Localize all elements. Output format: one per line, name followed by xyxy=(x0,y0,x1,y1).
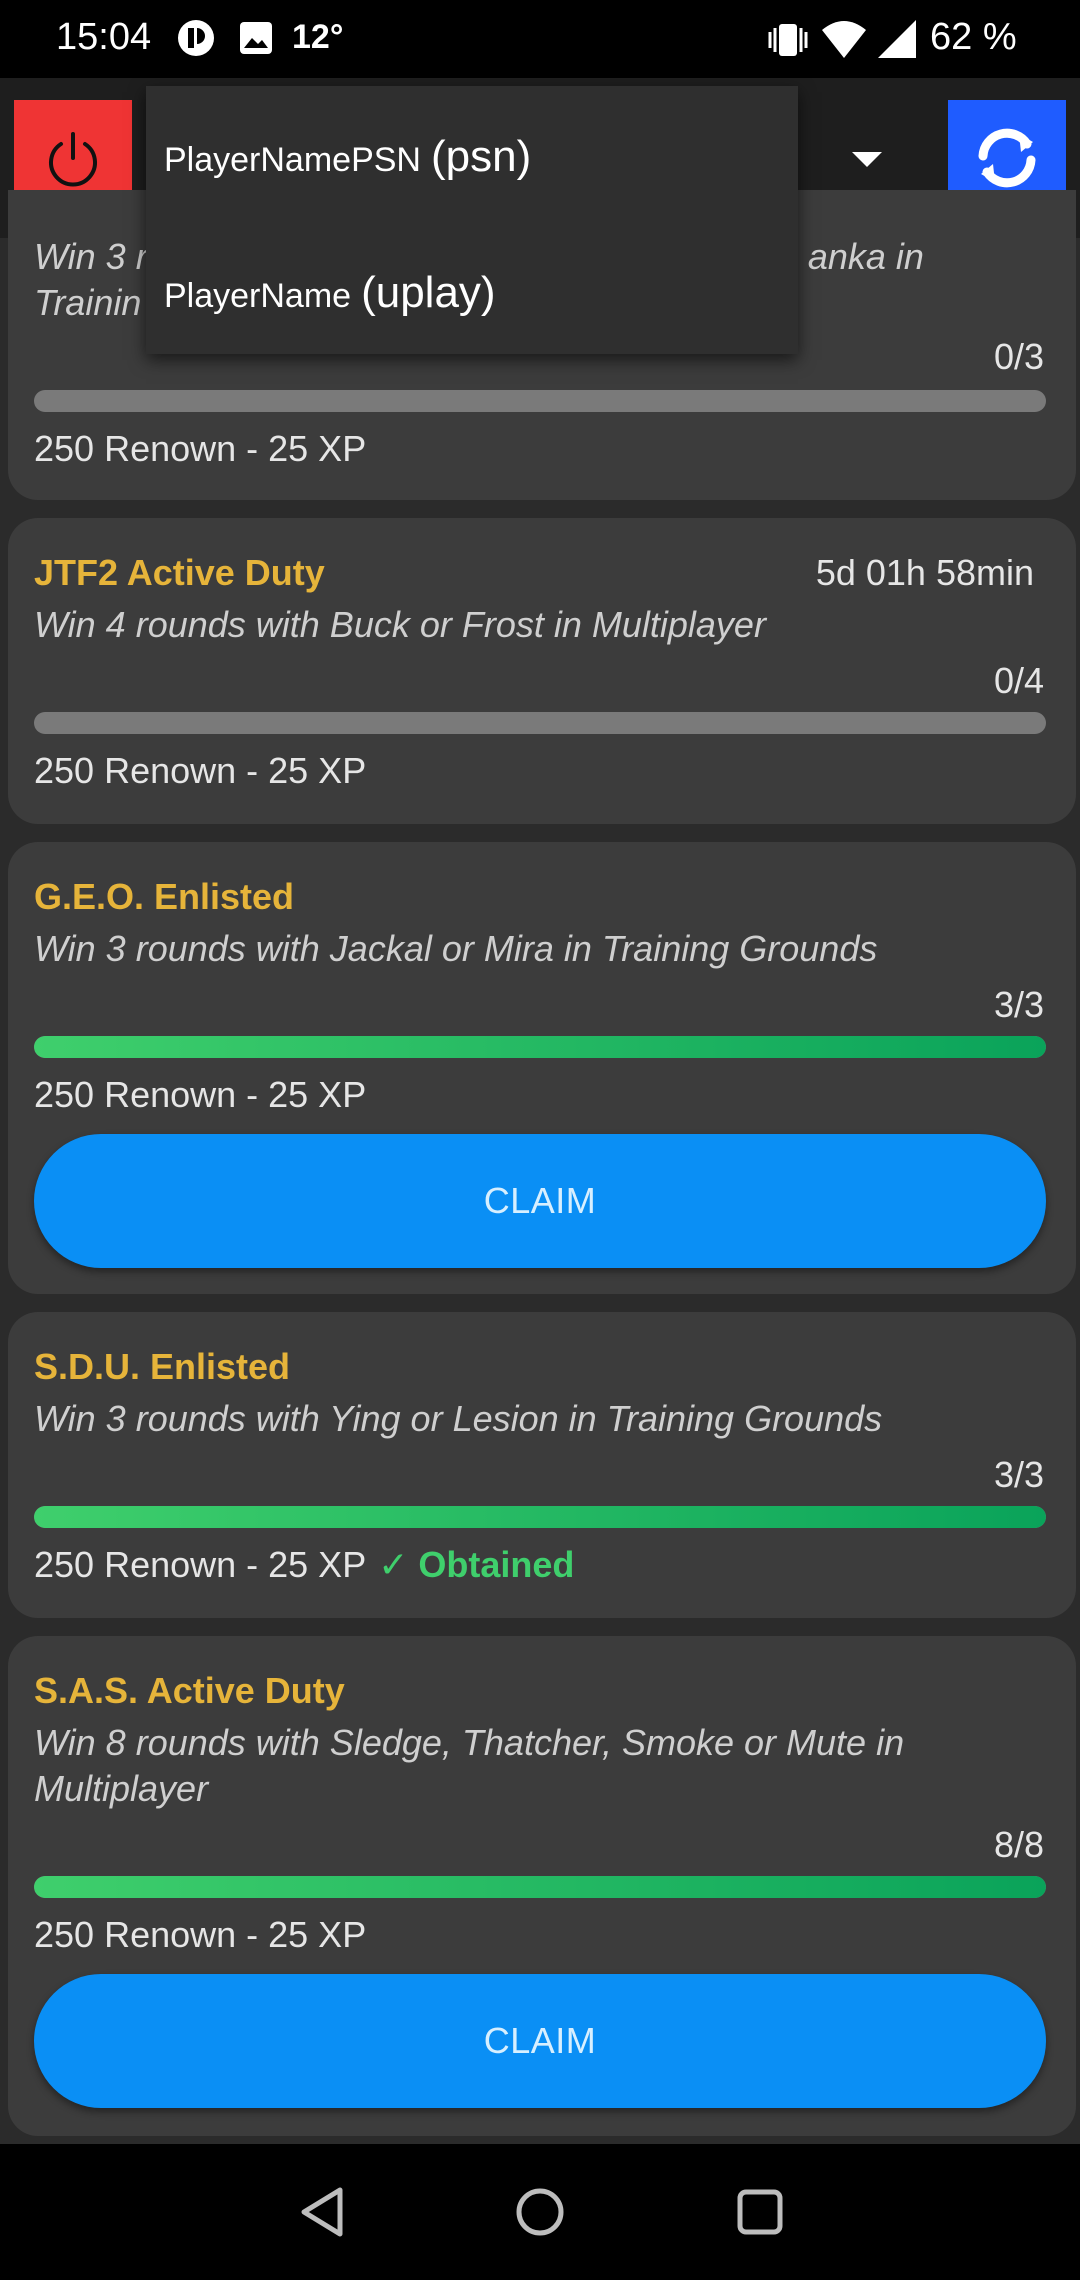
power-icon xyxy=(49,132,97,187)
status-time: 15:04 xyxy=(56,16,152,58)
account-dropdown-menu: PlayerNamePSN (psn) PlayerName (uplay) xyxy=(146,86,798,354)
wifi-icon xyxy=(820,18,868,65)
progress-fill xyxy=(34,1036,1046,1058)
progress-bar xyxy=(34,1876,1046,1898)
challenge-title: G.E.O. Enlisted xyxy=(34,876,295,917)
status-bar: 15:04 12° 62 % xyxy=(0,0,1080,78)
challenge-reward: 250 Renown - 25 XP xyxy=(34,1914,367,1955)
image-icon xyxy=(238,20,274,61)
challenge-title: S.D.U. Enlisted xyxy=(34,1346,291,1387)
status-temperature: 12° xyxy=(292,18,344,56)
progress-count: 3/3 xyxy=(993,1454,1044,1495)
challenge-title: JTF2 Active Duty xyxy=(34,552,325,593)
challenge-reward: 250 Renown - 25 XP ✓ Obtained xyxy=(34,1544,574,1586)
challenge-card: S.D.U. Enlisted Win 3 rounds with Ying o… xyxy=(8,1312,1076,1618)
challenge-card: S.A.S. Active Duty Win 8 rounds with Sle… xyxy=(8,1636,1076,2136)
progress-fill xyxy=(34,1506,1046,1528)
progress-count: 0/3 xyxy=(993,336,1044,377)
option-player-name: PlayerNamePSN xyxy=(164,141,421,179)
challenge-card: G.E.O. Enlisted Win 3 rounds with Jackal… xyxy=(8,842,1076,1294)
app-notification-icon xyxy=(176,18,216,63)
challenge-reward: 250 Renown - 25 XP xyxy=(34,750,367,791)
home-icon[interactable] xyxy=(508,2180,572,2244)
challenge-reward: 250 Renown - 25 XP xyxy=(34,428,367,469)
progress-bar xyxy=(34,1036,1046,1058)
claim-button[interactable]: CLAIM xyxy=(34,1134,1046,1268)
challenge-timer: 5d 01h 58min xyxy=(815,552,1034,593)
progress-bar xyxy=(34,1506,1046,1528)
recents-icon[interactable] xyxy=(728,2180,792,2244)
option-player-name: PlayerName xyxy=(164,277,352,315)
refresh-icon xyxy=(978,128,1036,188)
progress-count: 8/8 xyxy=(993,1824,1044,1865)
option-platform: (uplay) xyxy=(361,268,496,317)
dropdown-option-uplay[interactable]: PlayerName (uplay) xyxy=(164,268,496,318)
back-icon[interactable] xyxy=(290,2180,354,2244)
signal-icon xyxy=(876,18,918,65)
challenge-description: Win 4 rounds with Buck or Frost in Multi… xyxy=(34,604,766,645)
challenge-title: S.A.S. Active Duty xyxy=(34,1670,345,1711)
dropdown-option-psn[interactable]: PlayerNamePSN (psn) xyxy=(164,132,531,182)
vibrate-icon xyxy=(766,18,810,67)
progress-fill xyxy=(34,1876,1046,1898)
option-platform: (psn) xyxy=(430,132,532,181)
progress-count: 3/3 xyxy=(993,984,1044,1025)
challenge-card: JTF2 Active Duty 5d 01h 58min Win 4 roun… xyxy=(8,518,1076,824)
claim-button[interactable]: CLAIM xyxy=(34,1974,1046,2108)
challenge-description: Win 8 rounds with Sledge, Thatcher, Smok… xyxy=(34,1722,905,1809)
obtained-status: ✓ Obtained xyxy=(378,1544,575,1585)
progress-count: 0/4 xyxy=(993,660,1044,701)
battery-percent: 62 % xyxy=(930,16,1017,58)
challenge-reward: 250 Renown - 25 XP xyxy=(34,1074,367,1115)
progress-bar xyxy=(34,390,1046,412)
system-nav-bar xyxy=(0,2144,1080,2280)
reward-text: 250 Renown - 25 XP xyxy=(34,1544,367,1585)
progress-bar xyxy=(34,712,1046,734)
challenge-description: Win 3 rounds with Ying or Lesion in Trai… xyxy=(34,1398,883,1439)
chevron-down-icon[interactable] xyxy=(852,152,882,167)
challenge-description: Win 3 rounds with Jackal or Mira in Trai… xyxy=(34,928,878,969)
